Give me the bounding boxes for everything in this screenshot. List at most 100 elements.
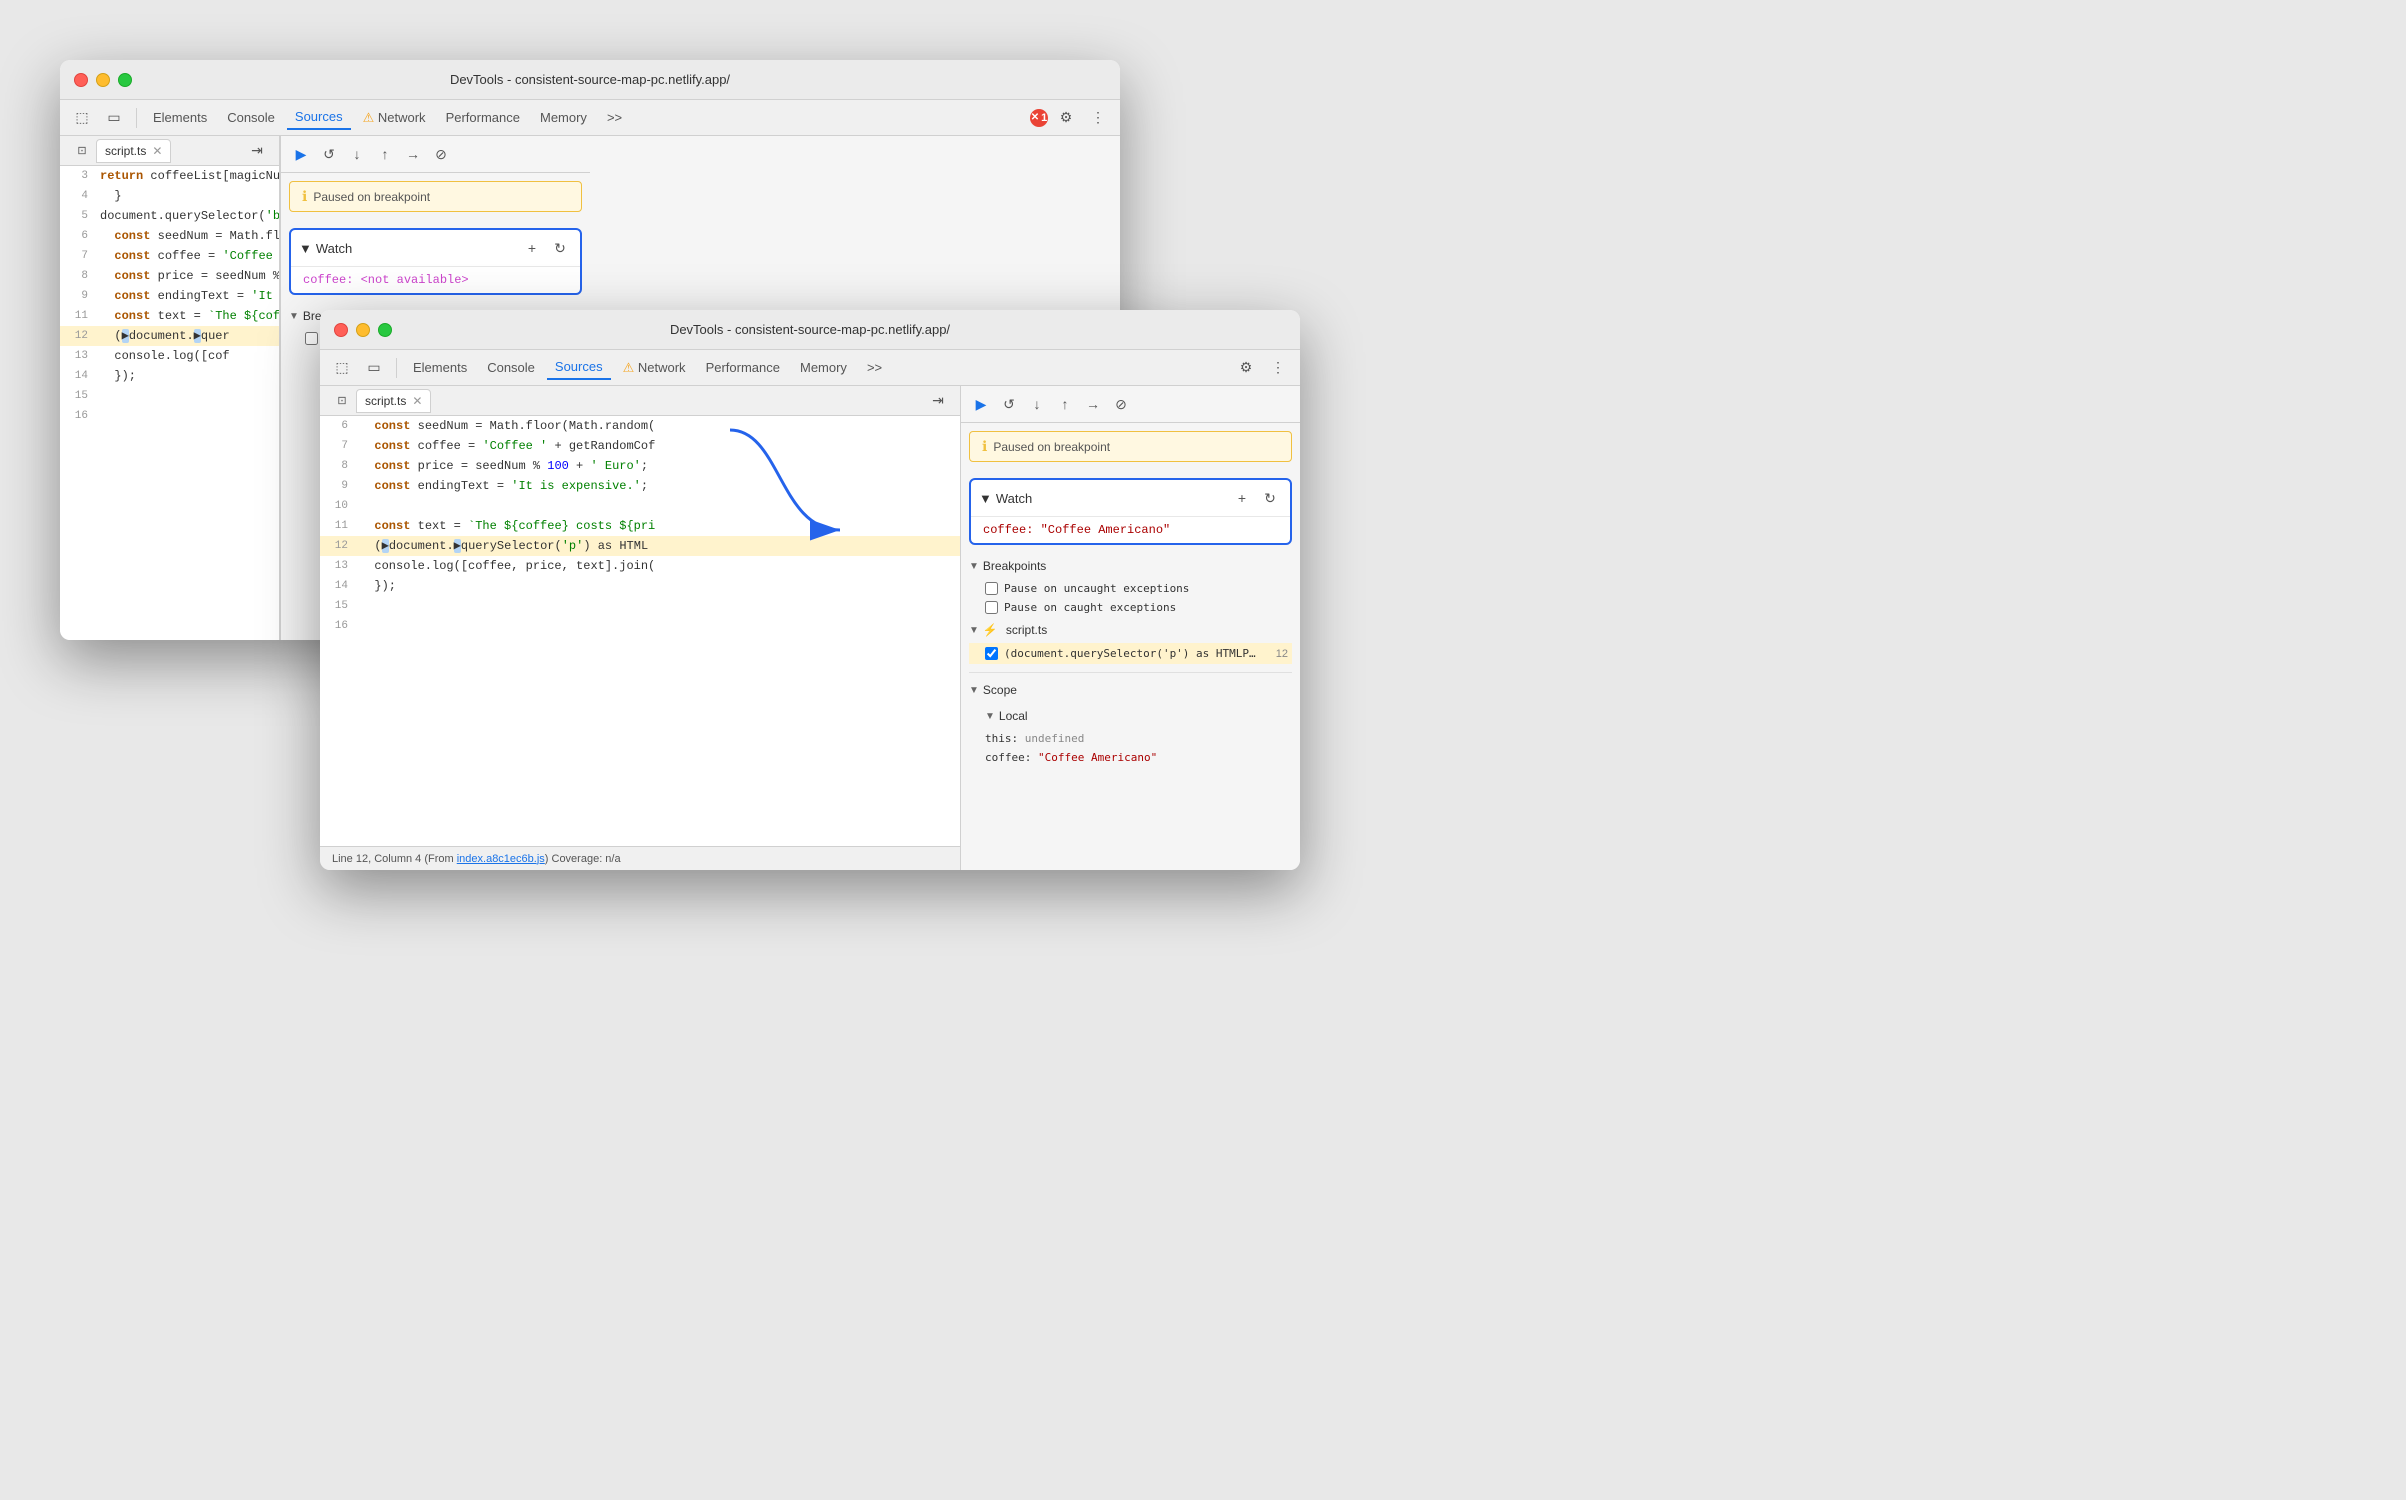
source-link-2[interactable]: index.a8c1ec6b.js <box>457 853 545 865</box>
more-tabs-2[interactable]: >> <box>859 356 890 379</box>
step-over-btn-2[interactable]: ↺ <box>997 392 1021 416</box>
tab-sources-1[interactable]: Sources <box>287 105 351 130</box>
code-line-6: 6 const seedNum = Math.floor(Mat <box>60 226 279 246</box>
inspect-icon[interactable]: ⬚ <box>68 104 96 132</box>
local-arrow-2: ▼ <box>985 711 995 722</box>
bp-caught-label-2: Pause on caught exceptions <box>1004 601 1176 614</box>
more-tabs-1[interactable]: >> <box>599 106 630 129</box>
bp-uncaught-label-2: Pause on uncaught exceptions <box>1004 582 1189 595</box>
scope-coffee-value: "Coffee Americano" <box>1038 751 1157 764</box>
bp-uncaught-checkbox-2[interactable] <box>985 582 998 595</box>
source-file-name-1: script.ts <box>105 144 146 158</box>
info-icon-2: ℹ <box>982 438 987 455</box>
source-tab-script-2[interactable]: script.ts ✕ <box>356 389 431 413</box>
local-header-2[interactable]: ▼ Local <box>969 703 1292 729</box>
code-line-2-13: 13 console.log([coffee, price, text].joi… <box>320 556 960 576</box>
tab-console-2[interactable]: Console <box>479 356 543 379</box>
bp-caught-checkbox-2[interactable] <box>985 601 998 614</box>
warning-icon-1: ⚠ <box>363 110 375 125</box>
scope-this-key: this: <box>985 732 1025 745</box>
device-icon[interactable]: ▭ <box>100 104 128 132</box>
status-bar-2: Line 12, Column 4 (From index.a8c1ec6b.j… <box>320 846 960 870</box>
tab-elements-1[interactable]: Elements <box>145 106 215 129</box>
bp-script-item: (document.querySelector('p') as HTMLP… 1… <box>969 643 1292 664</box>
step-btn-1[interactable]: → <box>401 142 425 166</box>
maximize-button-1[interactable] <box>118 73 132 87</box>
minimize-button-2[interactable] <box>356 323 370 337</box>
settings-icon-1[interactable]: ⚙ <box>1052 104 1080 132</box>
scope-header-2[interactable]: ▼ Scope <box>969 677 1292 703</box>
close-button-1[interactable] <box>74 73 88 87</box>
refresh-watch-btn-2[interactable]: ↻ <box>1258 486 1282 510</box>
tab-sources-2[interactable]: Sources <box>547 355 611 380</box>
tab-memory-1[interactable]: Memory <box>532 106 595 129</box>
watch-panel-1: ▼ Watch + ↻ coffee: <not available> <box>289 228 582 295</box>
close-tab-icon-1[interactable]: ✕ <box>152 144 162 158</box>
right-panel-2: ▶ ↺ ↓ ↑ → ⊘ ℹ Paused on breakpoint ▼ Wat… <box>960 386 1300 870</box>
title-bar-1: DevTools - consistent-source-map-pc.netl… <box>60 60 1120 100</box>
more-options-icon-2[interactable]: ⋮ <box>1264 354 1292 382</box>
step-into-btn-1[interactable]: ↓ <box>345 142 369 166</box>
code-line-13: 13 console.log([cof <box>60 346 279 366</box>
step-out-btn-1[interactable]: ↑ <box>373 142 397 166</box>
code-line-4: 4 } <box>60 186 279 206</box>
breakpoints-header-2[interactable]: ▼ Breakpoints <box>969 553 1292 579</box>
code-line-7: 7 const coffee = 'Coffee ' + get <box>60 246 279 266</box>
resume-btn-2[interactable]: ▶ <box>969 392 993 416</box>
watch-item-1: coffee: <not available> <box>291 267 580 293</box>
tab-network-1[interactable]: ⚠ Network <box>355 106 434 130</box>
devtools-content-2: ⊡ script.ts ✕ ⇥ 6 const seedNum = Math.f… <box>320 386 1300 870</box>
close-tab-icon-2[interactable]: ✕ <box>412 394 422 408</box>
sep-1 <box>136 108 137 128</box>
tab-network-2[interactable]: ⚠ Network <box>615 356 694 380</box>
breakpoint-text-2: Paused on breakpoint <box>993 440 1110 454</box>
bp-script-checkbox[interactable] <box>985 647 998 660</box>
device-icon-2[interactable]: ▭ <box>360 354 388 382</box>
debug-toolbar-1: ▶ ↺ ↓ ↑ → ⊘ <box>281 136 590 173</box>
title-bar-2: DevTools - consistent-source-map-pc.netl… <box>320 310 1300 350</box>
window-title-1: DevTools - consistent-source-map-pc.netl… <box>450 72 730 87</box>
deactivate-btn-2[interactable]: ⊘ <box>1109 392 1133 416</box>
more-options-icon-1[interactable]: ⋮ <box>1084 104 1112 132</box>
tab-performance-1[interactable]: Performance <box>438 106 528 129</box>
code-line-12-highlighted: 12 (▶document.▶quer <box>60 326 279 346</box>
minimize-button-1[interactable] <box>96 73 110 87</box>
code-line-2-12: 12 (▶document.▶querySelector('p') as HTM… <box>320 536 960 556</box>
bp-uncaught-checkbox-1[interactable] <box>305 332 318 345</box>
settings-icon-2[interactable]: ⚙ <box>1232 354 1260 382</box>
sources-main-2: ⊡ script.ts ✕ ⇥ 6 const seedNum = Math.f… <box>320 386 960 870</box>
close-button-2[interactable] <box>334 323 348 337</box>
toggle-sidebar-icon-2[interactable]: ⊡ <box>328 387 356 415</box>
code-line-16: 16 <box>60 406 279 426</box>
expand-icon-2[interactable]: ⇥ <box>924 387 952 415</box>
source-tab-script-1[interactable]: script.ts ✕ <box>96 139 171 163</box>
refresh-watch-btn-1[interactable]: ↻ <box>548 236 572 260</box>
tab-memory-2[interactable]: Memory <box>792 356 855 379</box>
maximize-button-2[interactable] <box>378 323 392 337</box>
script-bp-header[interactable]: ▼ ⚡ script.ts <box>969 617 1292 643</box>
code-line-2-7: 7 const coffee = 'Coffee ' + getRandomCo… <box>320 436 960 456</box>
add-watch-btn-2[interactable]: + <box>1230 486 1254 510</box>
error-badge-1: ✕ 1 <box>1030 109 1048 127</box>
warning-icon-2: ⚠ <box>623 360 635 375</box>
step-into-btn-2[interactable]: ↓ <box>1025 392 1049 416</box>
deactivate-btn-1[interactable]: ⊘ <box>429 142 453 166</box>
toggle-sidebar-icon-1[interactable]: ⊡ <box>68 137 96 165</box>
expand-icon-1[interactable]: ⇥ <box>243 137 271 165</box>
step-btn-2[interactable]: → <box>1081 392 1105 416</box>
tab-elements-2[interactable]: Elements <box>405 356 475 379</box>
traffic-lights-2 <box>334 323 392 337</box>
add-watch-btn-1[interactable]: + <box>520 236 544 260</box>
inspect-icon-2[interactable]: ⬚ <box>328 354 356 382</box>
step-out-btn-2[interactable]: ↑ <box>1053 392 1077 416</box>
tab-performance-2[interactable]: Performance <box>698 356 788 379</box>
code-line-2-9: 9 const endingText = 'It is expensive.'; <box>320 476 960 496</box>
error-count-1: 1 <box>1041 112 1047 124</box>
debug-toolbar-2: ▶ ↺ ↓ ↑ → ⊘ <box>961 386 1300 423</box>
scope-arrow-2: ▼ <box>969 685 979 696</box>
bp-item-caught-2: Pause on caught exceptions <box>969 598 1292 617</box>
tab-console-1[interactable]: Console <box>219 106 283 129</box>
resume-btn-1[interactable]: ▶ <box>289 142 313 166</box>
breakpoints-arrow-1: ▼ <box>289 311 299 322</box>
step-over-btn-1[interactable]: ↺ <box>317 142 341 166</box>
